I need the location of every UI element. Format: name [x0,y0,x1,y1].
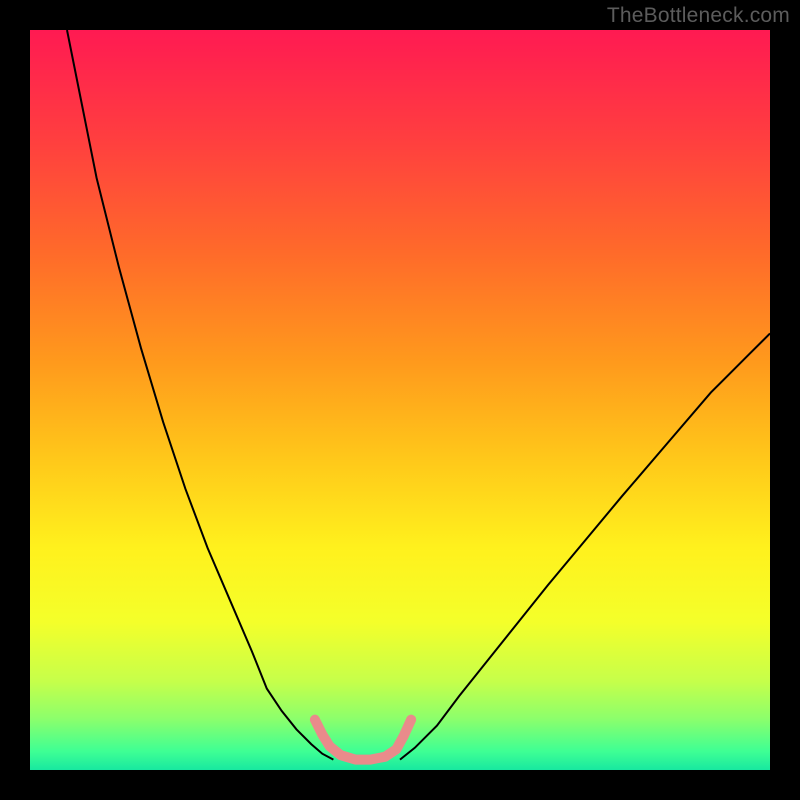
plot-area [30,30,770,770]
watermark-label: TheBottleneck.com [607,4,790,28]
chart-svg [30,30,770,770]
chart-container: TheBottleneck.com [0,0,800,800]
chart-background [30,30,770,770]
